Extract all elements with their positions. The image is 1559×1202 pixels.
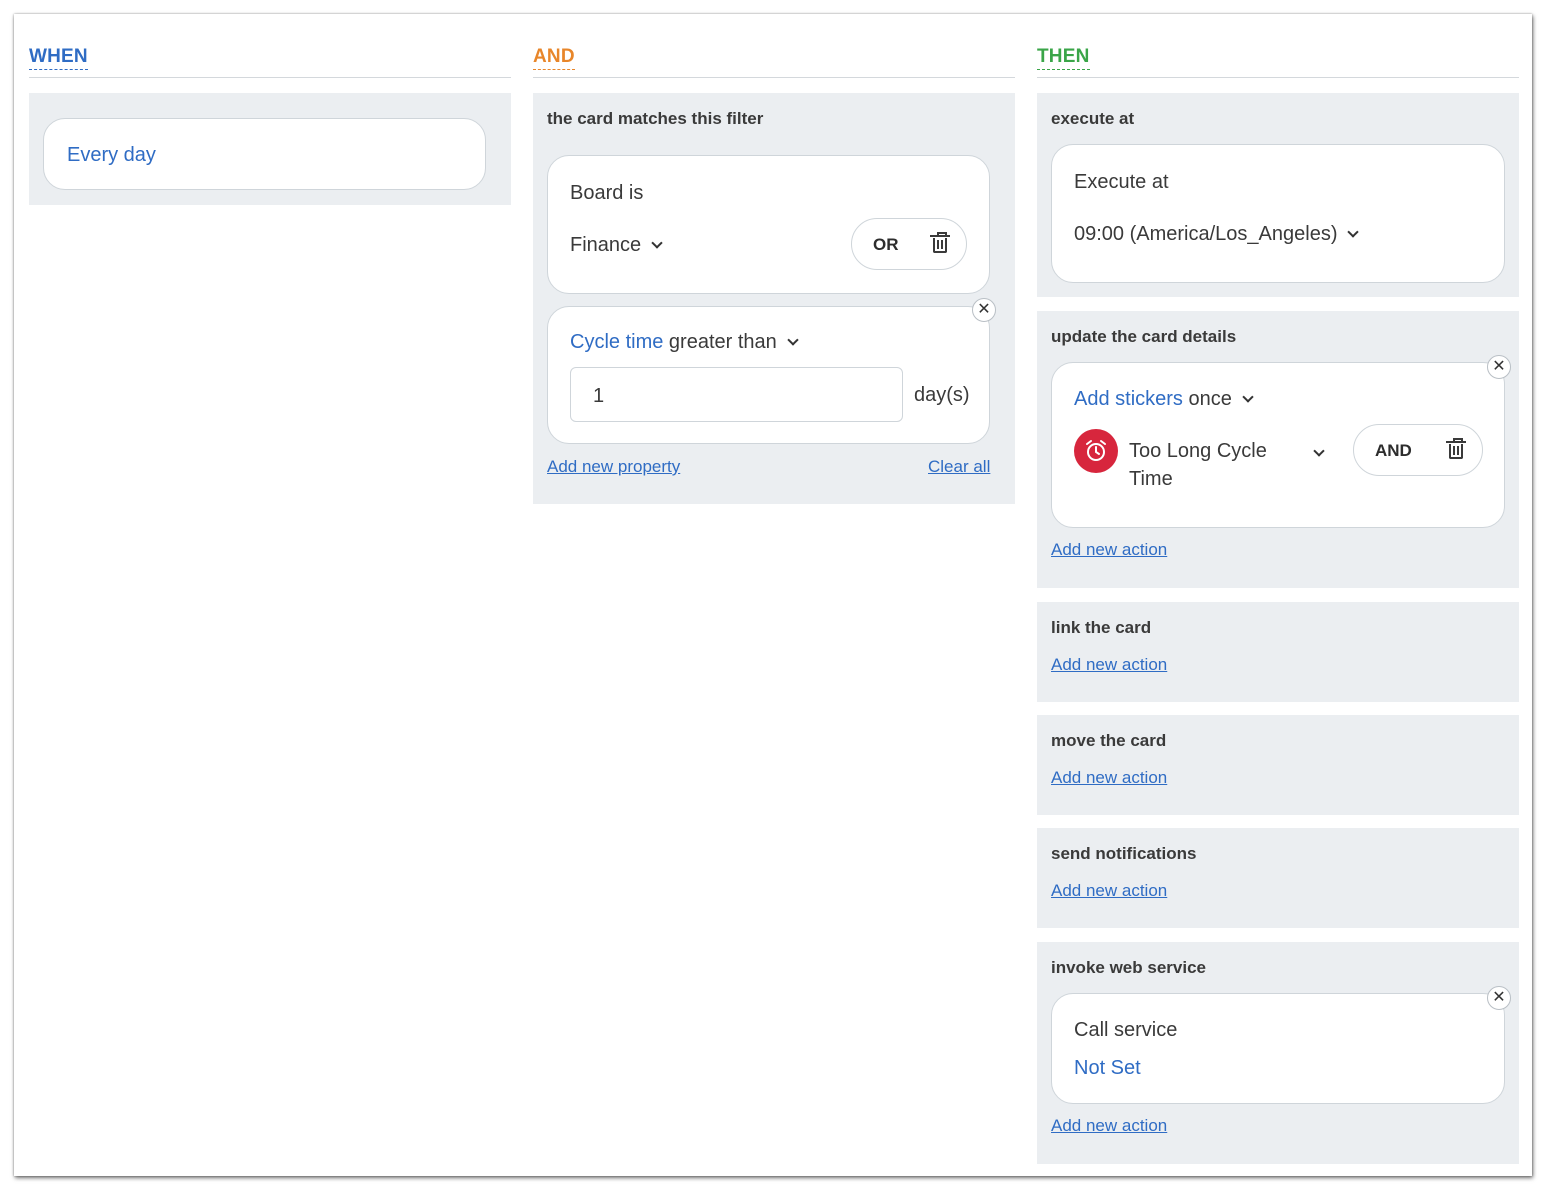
move-card-section-title: move the card	[1051, 731, 1167, 750]
when-header: WHEN	[29, 14, 511, 78]
trigger-card[interactable]: Every day	[43, 118, 486, 190]
update-card-section: update the card details Add stickers onc…	[1037, 311, 1519, 588]
execute-at-section-title: execute at	[1051, 109, 1135, 128]
cycle-time-comparator: greater than	[668, 331, 777, 353]
add-new-action-link[interactable]: Add new action	[1051, 768, 1167, 788]
cycle-time-property-select[interactable]: Cycle time greater than	[570, 331, 799, 354]
link-card-section-title: link the card	[1051, 618, 1152, 637]
execute-at-time-select[interactable]: 09:00 (America/Los_Angeles)	[1074, 223, 1360, 246]
chevron-down-icon	[651, 237, 663, 249]
sticker-frequency: once	[1188, 388, 1232, 410]
sticker-name[interactable]: Too Long Cycle Time	[1129, 437, 1279, 493]
call-service-card: Call service Not Set	[1051, 993, 1505, 1104]
call-service-label: Call service	[1074, 1019, 1178, 1041]
then-header-label: THEN	[1037, 46, 1090, 70]
add-new-action-link[interactable]: Add new action	[1051, 1116, 1167, 1136]
when-column: WHEN Every day	[29, 14, 511, 205]
execute-at-time-value: 09:00 (America/Los_Angeles)	[1074, 223, 1338, 245]
chevron-down-icon	[1347, 226, 1360, 238]
filter-section-title: the card matches this filter	[547, 109, 764, 128]
sticker-action-select[interactable]: Add stickers once	[1074, 388, 1254, 411]
add-new-action-link[interactable]: Add new action	[1051, 540, 1167, 560]
and-header-label: AND	[533, 46, 575, 70]
add-new-action-link[interactable]: Add new action	[1051, 881, 1167, 901]
execute-at-label: Execute at	[1074, 171, 1169, 193]
filter-section: the card matches this filter Board is Fi…	[533, 93, 1015, 504]
cycle-time-input-value: 1	[593, 385, 605, 407]
and-button[interactable]: AND	[1375, 441, 1412, 461]
execute-at-card: Execute at 09:00 (America/Los_Angeles)	[1051, 144, 1505, 283]
cycle-time-unit: day(s)	[914, 384, 970, 406]
rule-editor-frame: WHEN Every day AND the card matches this…	[14, 14, 1532, 1176]
add-new-action-link[interactable]: Add new action	[1051, 655, 1167, 675]
sticker-action: Add stickers	[1074, 388, 1183, 410]
chevron-down-icon	[787, 334, 799, 346]
then-column: THEN execute at Execute at 09:00 (Americ…	[1037, 14, 1519, 1164]
then-header: THEN	[1037, 14, 1519, 78]
remove-sticker-action-close-icon[interactable]: ✕	[1487, 355, 1511, 379]
invoke-web-service-section: invoke web service Call service Not Set …	[1037, 942, 1519, 1164]
chevron-down-icon	[1242, 391, 1254, 403]
update-card-section-title: update the card details	[1051, 327, 1237, 346]
invoke-web-service-section-title: invoke web service	[1051, 958, 1206, 977]
move-card-section: move the card Add new action	[1037, 715, 1519, 815]
board-select[interactable]: Finance	[570, 234, 663, 257]
board-filter-operator-pill: OR	[851, 218, 967, 270]
and-header: AND	[533, 14, 1015, 78]
cycle-time-input[interactable]: 1	[570, 367, 903, 422]
and-column: AND the card matches this filter Board i…	[533, 14, 1015, 504]
board-select-value: Finance	[570, 234, 642, 256]
sticker-operator-pill: AND	[1353, 424, 1483, 476]
send-notifications-section: send notifications Add new action	[1037, 828, 1519, 928]
send-notifications-section-title: send notifications	[1051, 844, 1197, 863]
alarm-clock-icon	[1074, 429, 1118, 473]
board-filter-label: Board is	[570, 182, 644, 204]
add-stickers-card: Add stickers once Too Long Cycle Time AN…	[1051, 362, 1505, 528]
cycle-time-property: Cycle time	[570, 331, 664, 353]
trigger-value[interactable]: Every day	[67, 144, 156, 167]
clear-all-link[interactable]: Clear all	[928, 457, 990, 477]
or-button[interactable]: OR	[873, 235, 899, 255]
cycle-time-filter-card: Cycle time greater than 1 day(s)	[547, 306, 990, 444]
chevron-down-icon[interactable]	[1313, 445, 1325, 457]
call-service-value[interactable]: Not Set	[1074, 1057, 1141, 1080]
add-new-property-link[interactable]: Add new property	[547, 457, 680, 477]
board-filter-card: Board is Finance OR	[547, 155, 990, 294]
when-header-label: WHEN	[29, 46, 88, 70]
link-card-section: link the card Add new action	[1037, 602, 1519, 702]
trash-icon[interactable]	[930, 232, 950, 253]
remove-call-service-close-icon[interactable]: ✕	[1487, 986, 1511, 1010]
trash-icon[interactable]	[1446, 438, 1466, 459]
execute-at-section: execute at Execute at 09:00 (America/Los…	[1037, 93, 1519, 297]
remove-cycle-filter-close-icon[interactable]: ✕	[972, 298, 996, 322]
when-section: Every day	[29, 93, 511, 205]
